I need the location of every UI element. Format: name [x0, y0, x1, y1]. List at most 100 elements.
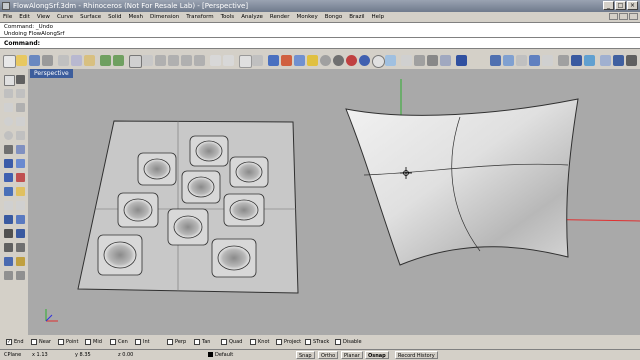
menu-view[interactable]: View [37, 12, 50, 22]
rotate-icon[interactable] [4, 243, 13, 252]
menu-solid[interactable]: Solid [108, 12, 121, 22]
mirror-icon[interactable] [4, 257, 13, 266]
menu-render[interactable]: Render [270, 12, 290, 22]
minimize-button[interactable]: _ [603, 1, 614, 10]
osnap-knot[interactable]: Knot [250, 339, 269, 345]
environment-icon[interactable] [516, 55, 527, 66]
menu-surface[interactable]: Surface [80, 12, 101, 22]
checkbox[interactable] [221, 339, 227, 345]
osnap-end[interactable]: End [6, 339, 24, 345]
properties-icon[interactable] [414, 55, 425, 66]
command-history[interactable]: Command: _Undo Undoing FlowAlongSrf [0, 22, 640, 38]
checkbox[interactable] [335, 339, 341, 345]
zoom-extents-icon[interactable] [181, 55, 192, 66]
polygon-icon[interactable] [16, 131, 25, 140]
checkbox[interactable] [110, 339, 116, 345]
four-views-icon[interactable] [223, 55, 234, 66]
viewport-canvas[interactable] [28, 69, 640, 335]
zoom-dynamic-icon[interactable] [155, 55, 166, 66]
extra-tool-icon[interactable] [626, 55, 637, 66]
join-icon[interactable] [4, 215, 13, 224]
osnap-quad[interactable]: Quad [221, 339, 242, 345]
wireframe-sphere-icon[interactable] [320, 55, 331, 66]
doc-restore-button[interactable] [619, 13, 628, 20]
options-icon[interactable] [401, 55, 412, 66]
fillet-icon[interactable] [16, 187, 25, 196]
light-icon[interactable] [385, 55, 396, 66]
planar-toggle[interactable]: Planar [341, 351, 363, 359]
mesh-tool-icon[interactable] [558, 55, 569, 66]
record-history-toggle[interactable]: Record History [395, 351, 438, 359]
trim-icon[interactable] [4, 201, 13, 210]
checkbox[interactable] [276, 339, 282, 345]
doc-minimize-button[interactable] [609, 13, 618, 20]
menu-help[interactable]: Help [372, 12, 385, 22]
osnap-disable[interactable]: Disable [335, 339, 362, 345]
osnap-tan[interactable]: Tan [194, 339, 210, 345]
doc-close-button[interactable] [629, 13, 638, 20]
menu-dimension[interactable]: Dimension [150, 12, 179, 22]
solid-box-icon[interactable] [4, 173, 13, 182]
line-icon[interactable] [4, 103, 13, 112]
bongo-icon[interactable] [584, 55, 595, 66]
target-surface[interactable] [345, 98, 579, 266]
split-icon[interactable] [16, 201, 25, 210]
zoom-selected-icon[interactable] [194, 55, 205, 66]
cut-icon[interactable] [58, 55, 69, 66]
menu-monkey[interactable]: Monkey [296, 12, 317, 22]
rotate-view-icon[interactable] [142, 55, 153, 66]
monkey-icon[interactable] [600, 55, 611, 66]
checkbox[interactable] [250, 339, 256, 345]
viewport-title-tab[interactable]: Perspective [30, 69, 73, 78]
grid-icon[interactable] [252, 55, 263, 66]
menu-file[interactable]: File [3, 12, 12, 22]
circle-icon[interactable] [4, 117, 13, 126]
print-icon[interactable] [42, 55, 53, 66]
menu-bongo[interactable]: Bongo [325, 12, 342, 22]
array-icon[interactable] [16, 257, 25, 266]
menu-tools[interactable]: Tools [221, 12, 235, 22]
copy-icon[interactable] [71, 55, 82, 66]
snap-toggle[interactable]: Snap [296, 351, 315, 359]
arc-icon[interactable] [16, 103, 25, 112]
point-icon[interactable] [16, 75, 25, 84]
render-tool-icon[interactable] [490, 55, 501, 66]
ellipse-icon[interactable] [4, 131, 13, 140]
viewport-layout-icon[interactable] [210, 55, 221, 66]
new-file-icon[interactable] [3, 55, 16, 68]
menu-curve[interactable]: Curve [57, 12, 73, 22]
viewport-tool-icon[interactable] [613, 55, 624, 66]
menu-brazil[interactable]: Brazil [349, 12, 364, 22]
material-icon[interactable] [372, 55, 385, 68]
checkbox[interactable] [85, 339, 91, 345]
checkbox[interactable] [58, 339, 64, 345]
polyline-icon[interactable] [4, 89, 13, 98]
shaded-sphere-icon[interactable] [333, 55, 344, 66]
osnap-toggle[interactable]: Osnap [365, 351, 389, 359]
scale-icon[interactable] [16, 243, 25, 252]
menu-analyze[interactable]: Analyze [241, 12, 263, 22]
osnap-int[interactable]: Int [135, 339, 150, 345]
pan-icon[interactable] [129, 55, 142, 68]
text-icon[interactable] [4, 145, 13, 154]
paste-icon[interactable] [84, 55, 95, 66]
dimension-icon[interactable] [4, 271, 13, 280]
close-button[interactable]: × [627, 1, 638, 10]
select-arrow-icon[interactable] [4, 75, 15, 86]
solid-sphere-icon[interactable] [16, 173, 25, 182]
toolbar-extra-icon[interactable] [456, 55, 467, 66]
osnap-strack[interactable]: STrack [305, 339, 329, 345]
checkbox[interactable] [194, 339, 200, 345]
curve-icon[interactable] [16, 89, 25, 98]
rectangle-icon[interactable] [16, 117, 25, 126]
rhino-app-icon[interactable] [2, 2, 10, 10]
help-icon[interactable] [440, 55, 451, 66]
checkbox[interactable] [135, 339, 141, 345]
extrude-icon[interactable] [4, 159, 13, 168]
render-preview-icon[interactable] [503, 55, 514, 66]
command-line[interactable]: Command: [0, 38, 640, 49]
texture-icon[interactable] [529, 55, 540, 66]
perspective-viewport[interactable] [28, 69, 640, 335]
zoom-window-icon[interactable] [168, 55, 179, 66]
checkbox-checked[interactable] [6, 339, 12, 345]
